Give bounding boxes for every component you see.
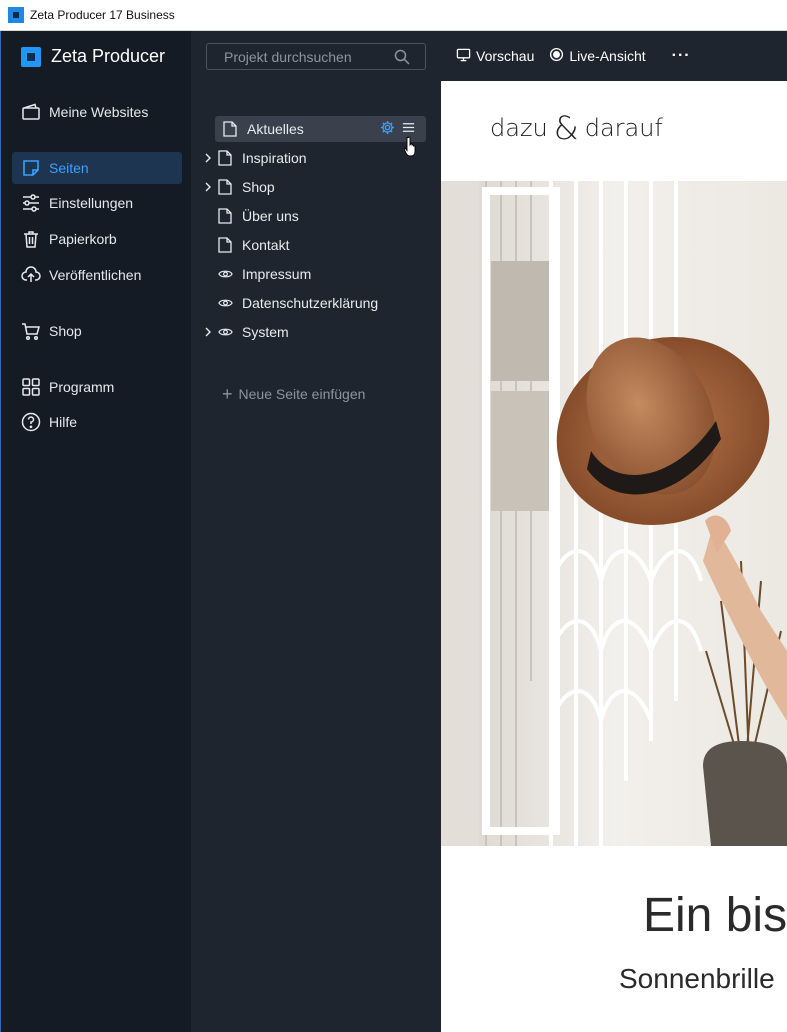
gear-icon[interactable] <box>380 120 395 138</box>
tree-item-label: Kontakt <box>242 237 290 253</box>
site-logo-right: darauf <box>584 114 663 142</box>
radio-icon <box>549 47 569 65</box>
nav-item-label: Papierkorb <box>49 231 117 247</box>
nav-item-meine-websites[interactable]: Meine Websites <box>12 96 182 128</box>
hero-image <box>441 181 787 846</box>
brand-name: Zeta Producer <box>51 46 166 66</box>
add-page-button[interactable]: + Neue Seite einfügen <box>222 384 366 404</box>
site-logo-left: dazu <box>490 114 548 142</box>
tree-item-impressum[interactable]: Impressum <box>200 261 426 287</box>
hero-photo <box>441 181 787 846</box>
tree-item-ueber-uns[interactable]: Über uns <box>200 203 426 229</box>
page-subline: Sonnenbrille <box>619 963 775 994</box>
app-icon <box>8 7 24 23</box>
live-view-label: Live-Ansicht <box>569 48 646 64</box>
brand: Zeta Producer <box>21 46 165 67</box>
search-box <box>206 43 426 70</box>
page-icon <box>216 236 234 254</box>
brand-logo-icon <box>21 46 41 67</box>
nav-item-papierkorb[interactable]: Papierkorb <box>12 223 182 255</box>
tree-item-kontakt[interactable]: Kontakt <box>200 232 426 258</box>
page-icon <box>216 149 234 167</box>
tree-item-label: Shop <box>242 179 275 195</box>
live-view-button[interactable]: Live-Ansicht <box>549 47 646 65</box>
tree-item-label: System <box>242 324 289 340</box>
tree-item-label: Aktuelles <box>247 121 304 137</box>
help-icon <box>21 412 41 432</box>
tree-item-aktuelles[interactable]: Aktuelles <box>215 116 426 157</box>
wallet-icon <box>21 102 41 122</box>
plus-icon: + <box>222 384 233 404</box>
chevron-right-icon[interactable] <box>200 153 216 163</box>
nav-item-label: Einstellungen <box>49 195 134 211</box>
page-tree-panel: Aktuelles Inspiration Shop <box>191 31 441 1032</box>
site-logo[interactable]: dazu & darauf <box>490 109 663 147</box>
grid-icon <box>21 377 41 397</box>
search-icon[interactable] <box>394 49 410 65</box>
nav-item-label: Seiten <box>49 160 89 176</box>
nav-item-label: Shop <box>49 323 82 339</box>
site-logo-amp: & <box>553 109 579 147</box>
tree-item-label: Datenschutzerklärung <box>242 295 379 311</box>
page-icon <box>221 120 239 138</box>
chevron-right-icon[interactable] <box>200 182 216 192</box>
tree-item-datenschutzerklaerung[interactable]: Datenschutzerklärung <box>200 290 426 316</box>
page-icon <box>216 207 234 225</box>
nav-item-einstellungen[interactable]: Einstellungen <box>12 187 182 219</box>
add-page-label: Neue Seite einfügen <box>238 386 366 402</box>
nav-item-hilfe[interactable]: Hilfe <box>12 406 182 438</box>
page-icon <box>216 178 234 196</box>
window-titlebar: Zeta Producer 17 Business <box>0 0 787 31</box>
nav-item-seiten[interactable]: Seiten <box>12 152 182 184</box>
eye-icon <box>216 265 234 283</box>
tree-item-label: Über uns <box>242 208 299 224</box>
preview-label: Vorschau <box>476 48 535 64</box>
tree-item-inspiration[interactable]: Inspiration <box>200 145 426 171</box>
monitor-icon <box>456 47 476 65</box>
nav-item-label: Programm <box>49 379 115 395</box>
cloud-upload-icon <box>21 265 41 285</box>
tree-item-label: Inspiration <box>242 150 307 166</box>
window-title: Zeta Producer 17 Business <box>30 8 175 22</box>
nav-item-label: Veröffentlichen <box>49 267 142 283</box>
nav-item-programm[interactable]: Programm <box>12 371 182 403</box>
preview-toolbar: Vorschau Live-Ansicht ··· <box>441 31 787 81</box>
nav-item-veroeffentlichen[interactable]: Veröffentlichen <box>12 259 182 291</box>
eye-icon <box>216 294 234 312</box>
chevron-right-icon[interactable] <box>200 327 216 337</box>
website-preview: dazu & darauf Ein bis Sonnenbrille <box>441 81 787 1032</box>
eye-icon <box>216 323 234 341</box>
tree-item-shop[interactable]: Shop <box>200 174 426 200</box>
main-nav: Zeta Producer Meine Websites Seiten Eins… <box>0 31 191 1032</box>
nav-item-label: Meine Websites <box>49 104 149 120</box>
trash-icon <box>21 229 41 249</box>
search-input[interactable] <box>207 48 392 65</box>
nav-item-label: Hilfe <box>49 414 78 430</box>
nav-item-shop[interactable]: Shop <box>12 315 182 347</box>
pages-icon <box>21 158 41 178</box>
tree-item-label: Impressum <box>242 266 312 282</box>
more-options-icon[interactable]: ··· <box>672 47 691 65</box>
sliders-icon <box>21 193 41 213</box>
cart-icon <box>21 321 41 341</box>
preview-button[interactable]: Vorschau <box>456 47 534 65</box>
tree-item-system[interactable]: System <box>200 319 426 345</box>
page-headline: Ein bis <box>643 889 787 942</box>
